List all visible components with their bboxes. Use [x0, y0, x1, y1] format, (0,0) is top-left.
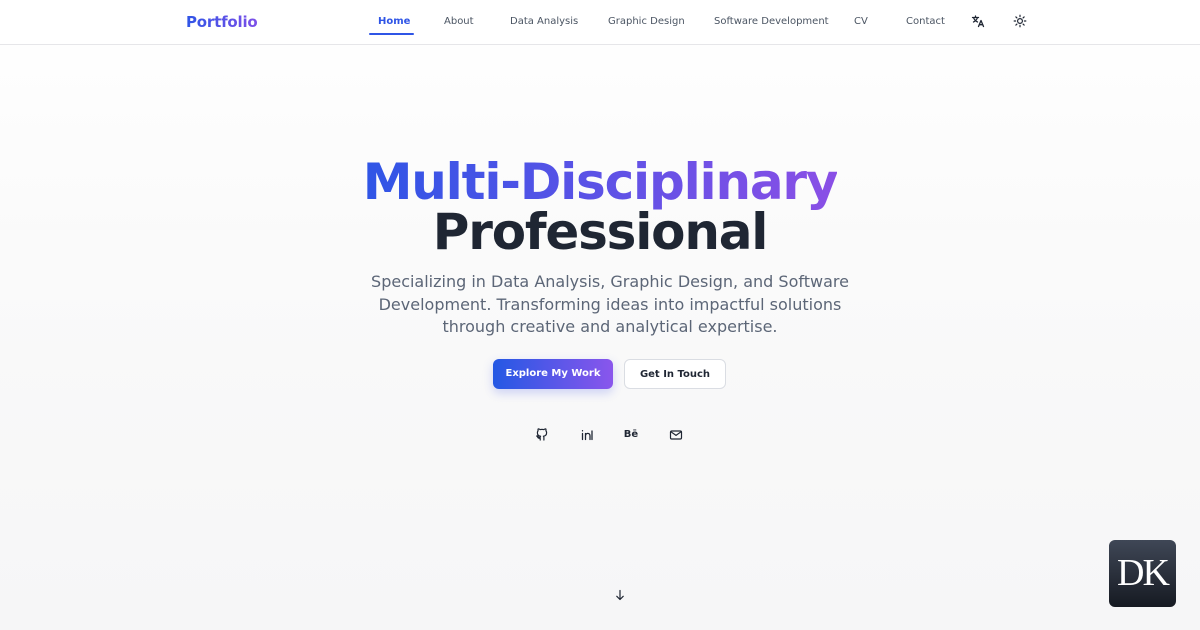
nav-contact[interactable]: Contact: [906, 0, 945, 45]
dk-logo-badge[interactable]: DK: [1109, 540, 1176, 607]
arrow-down-icon[interactable]: [614, 586, 626, 601]
active-nav-underline: [369, 33, 414, 35]
nav-graphic-design[interactable]: Graphic Design: [608, 0, 685, 45]
logo[interactable]: Portfolio: [186, 13, 258, 31]
nav-data-analysis[interactable]: Data Analysis: [510, 0, 578, 45]
hero-subtitle: Specializing in Data Analysis, Graphic D…: [371, 272, 849, 336]
mail-icon[interactable]: [668, 427, 684, 443]
sun-icon[interactable]: [1012, 13, 1028, 29]
nav-cv[interactable]: CV: [854, 0, 868, 45]
explore-my-work-button[interactable]: Explore My Work: [493, 359, 613, 389]
nav-about[interactable]: About: [444, 0, 474, 45]
translate-icon[interactable]: [970, 13, 986, 29]
nav-home[interactable]: Home: [378, 0, 410, 45]
top-navbar: Portfolio Home About Data Analysis Graph…: [0, 0, 1200, 45]
page: Portfolio Home About Data Analysis Graph…: [0, 0, 1200, 630]
behance-icon[interactable]: Bē: [623, 427, 639, 443]
get-in-touch-button[interactable]: Get In Touch: [624, 359, 726, 389]
hero-title-line1: Multi-Disciplinary: [0, 156, 1200, 208]
github-icon[interactable]: [534, 427, 550, 443]
hero-title-line2: Professional: [432, 203, 769, 261]
nav-software-development[interactable]: Software Development: [714, 0, 829, 45]
linkedin-icon[interactable]: [579, 427, 595, 443]
